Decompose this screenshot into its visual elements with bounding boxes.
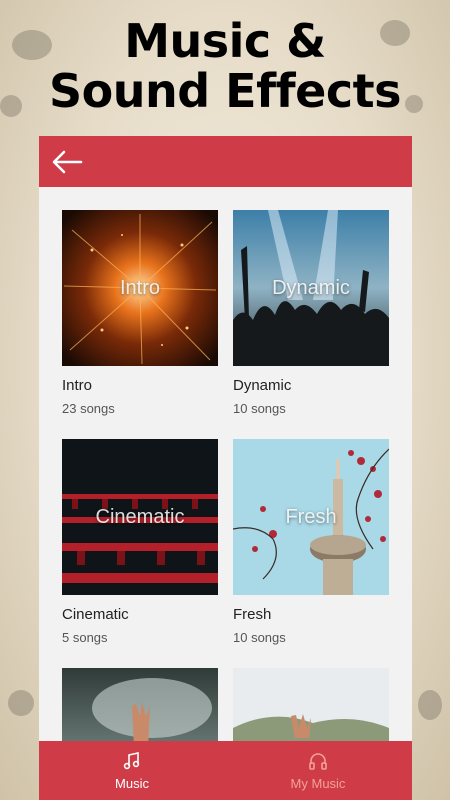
paint-splatter [418, 690, 442, 720]
category-card[interactable] [62, 668, 218, 747]
back-button[interactable] [47, 144, 87, 180]
category-thumbnail [62, 668, 218, 747]
category-title: Intro [62, 377, 93, 394]
category-thumbnail: Dynamic [233, 210, 389, 366]
nav-tab-music[interactable]: Music [39, 741, 225, 800]
thumbnail-overlay-label: Fresh [285, 505, 337, 528]
category-card[interactable] [233, 668, 389, 747]
headline-line-2: Sound Effects [49, 64, 401, 118]
thumbnail-overlay-label: Cinematic [95, 505, 185, 528]
category-grid: Intro Intro 23 songs Dynamic Dynamic 10 … [39, 187, 412, 747]
category-song-count: 10 songs [233, 401, 286, 416]
headline-line-1: Music & [124, 14, 326, 68]
category-title: Dynamic [233, 377, 292, 394]
nav-tab-label: Music [115, 776, 149, 791]
promo-headline: Music & Sound Effects [0, 16, 450, 116]
thumbnail-overlay-label [62, 668, 218, 747]
category-song-count: 10 songs [233, 630, 286, 645]
category-card-cinematic[interactable]: Cinematic Cinematic 5 songs [62, 439, 218, 645]
category-thumbnail [233, 668, 389, 747]
app-bar [39, 136, 412, 187]
category-thumbnail: Intro [62, 210, 218, 366]
category-card-dynamic[interactable]: Dynamic Dynamic 10 songs [233, 210, 389, 416]
thumbnail-overlay-label [233, 668, 389, 747]
headphones-icon [309, 753, 327, 770]
category-card-intro[interactable]: Intro Intro 23 songs [62, 210, 218, 416]
music-note-icon [123, 752, 140, 770]
thumbnail-overlay-label: Dynamic [272, 276, 350, 299]
thumbnail-overlay-label: Intro [119, 276, 161, 299]
arrow-left-icon [52, 150, 83, 174]
nav-tab-label: My Music [290, 776, 346, 791]
category-song-count: 5 songs [62, 630, 108, 645]
category-song-count: 23 songs [62, 401, 115, 416]
nav-tab-my-music[interactable]: My Music [225, 741, 411, 800]
bottom-navigation: Music My Music [39, 741, 412, 800]
category-title: Fresh [233, 606, 272, 623]
category-title: Cinematic [62, 606, 129, 623]
category-card-fresh[interactable]: Fresh Fresh 10 songs [233, 439, 389, 645]
paint-splatter [8, 690, 34, 716]
category-thumbnail: Cinematic [62, 439, 218, 595]
app-screen: Intro Intro 23 songs Dynamic Dynamic 10 … [39, 136, 412, 800]
category-thumbnail: Fresh [233, 439, 389, 595]
